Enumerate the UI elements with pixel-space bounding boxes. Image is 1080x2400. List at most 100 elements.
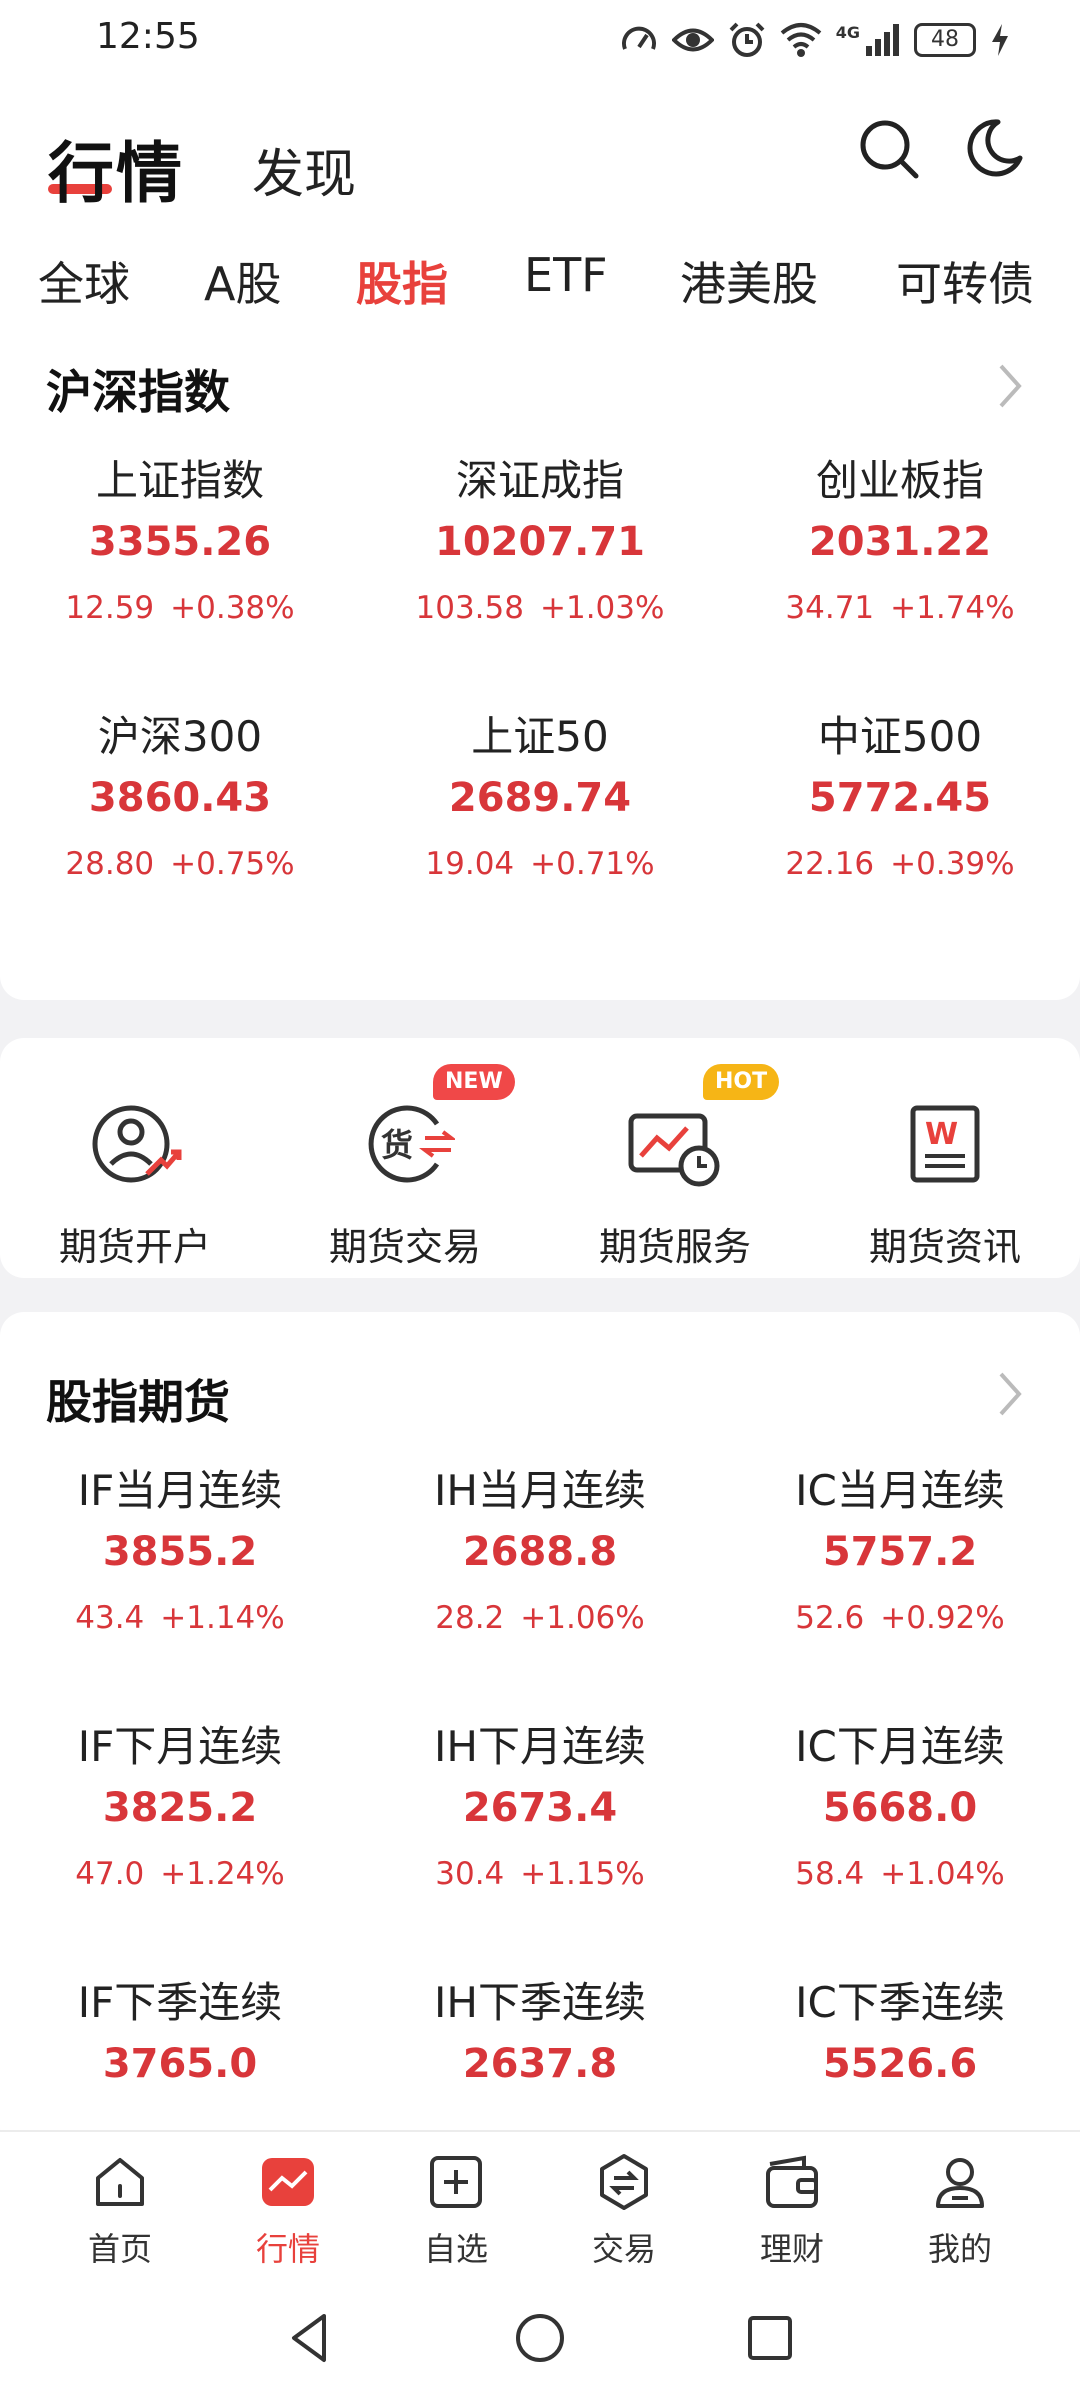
charging-icon: [992, 24, 1008, 56]
index-change: 103.58 +1.03%: [415, 590, 665, 626]
svg-text:W: W: [925, 1117, 958, 1152]
recent-apps-icon[interactable]: [740, 2308, 800, 2368]
futures-service-icon: [628, 1113, 720, 1187]
speedometer-icon: [621, 26, 656, 50]
hot-badge: HOT: [703, 1064, 780, 1100]
tab-convertible[interactable]: 可转债: [896, 248, 1034, 314]
moon-icon[interactable]: [958, 114, 1028, 184]
section-title: 股指期货: [46, 1375, 230, 1429]
futures-change: 58.4 +1.04%: [795, 1856, 1005, 1892]
futures-change: 43.4 +1.14%: [75, 1600, 285, 1636]
status-icons: 4G 48: [620, 18, 1010, 62]
futures-cell[interactable]: IH当月连续 2688.8 28.2 +1.06%: [360, 1464, 720, 1640]
futures-value: 3855.2: [102, 1529, 258, 1575]
tab-etf[interactable]: ETF: [524, 248, 608, 302]
futures-name: IF当月连续: [77, 1466, 283, 1515]
service-label: 期货开户: [58, 1225, 211, 1269]
index-value: 2689.74: [448, 775, 632, 821]
futures-cell[interactable]: IF下月连续 3825.2 47.0 +1.24%: [0, 1720, 360, 1896]
trade-icon: [600, 2154, 648, 2210]
futures-value: 2688.8: [462, 1529, 618, 1575]
futures-news-icon: W: [910, 1105, 980, 1183]
service-futures-service[interactable]: HOT 期货服务: [540, 1064, 810, 1271]
services-card: 期货开户 NEW 货 期货交易 HOT 期货服务 W 期货资讯: [0, 1038, 1080, 1278]
status-bar: 12:55 4G 48: [0, 0, 1080, 80]
nav-profile[interactable]: 我的: [880, 2150, 1040, 2270]
nav-market[interactable]: 行情: [208, 2150, 368, 2270]
service-label: 期货资讯: [868, 1225, 1021, 1269]
futures-name: IC下季连续: [795, 1978, 1005, 2027]
eye-icon: [671, 28, 714, 52]
futures-card: 股指期货 IF当月连续 3855.2 43.4 +1.14% IH当月连续 268…: [0, 1312, 1080, 2152]
home-button-icon[interactable]: [510, 2308, 570, 2368]
back-icon[interactable]: [280, 2308, 340, 2368]
nav-label: 交易: [591, 2230, 656, 2268]
service-futures-trade[interactable]: NEW 货 期货交易: [270, 1064, 540, 1271]
service-account-open[interactable]: 期货开户: [0, 1094, 270, 1271]
index-cell[interactable]: 上证50 2689.74 19.04 +0.71%: [360, 710, 720, 886]
futures-change: 52.6 +0.92%: [795, 1600, 1005, 1636]
index-cell[interactable]: 创业板指 2031.22 34.71 +1.74%: [720, 454, 1080, 630]
futures-value: 2673.4: [462, 1785, 618, 1831]
index-cell[interactable]: 上证指数 3355.26 12.59 +0.38%: [0, 454, 360, 630]
futures-value: 3765.0: [102, 2041, 258, 2087]
chevron-right-icon[interactable]: [996, 1370, 1024, 1418]
status-time: 12:55: [96, 16, 200, 57]
index-change: 22.16 +0.39%: [785, 846, 1015, 882]
index-value: 2031.22: [808, 519, 992, 565]
nav-trade[interactable]: 交易: [544, 2150, 704, 2270]
profile-icon: [936, 2158, 984, 2208]
watchlist-add-icon: [430, 2156, 482, 2208]
futures-value: 5757.2: [822, 1529, 978, 1575]
futures-value: 5526.6: [822, 2041, 978, 2087]
chevron-right-icon[interactable]: [996, 362, 1024, 410]
futures-name: IF下月连续: [77, 1722, 283, 1771]
search-icon[interactable]: [854, 114, 924, 184]
futures-cell[interactable]: IC下月连续 5668.0 58.4 +1.04%: [720, 1720, 1080, 1896]
wallet-icon: [766, 2155, 818, 2208]
signal-icon: [866, 24, 899, 56]
index-value: 10207.71: [434, 519, 646, 565]
nav-label: 首页: [87, 2230, 152, 2268]
section-title: 沪深指数: [46, 365, 230, 419]
tab-a-shares[interactable]: A股: [204, 248, 281, 314]
index-cell[interactable]: 深证成指 10207.71 103.58 +1.03%: [360, 454, 720, 630]
futures-name: IH下月连续: [434, 1722, 646, 1771]
nav-label: 理财: [759, 2230, 824, 2268]
battery-icon: 48: [914, 23, 976, 57]
index-name: 创业板指: [815, 456, 984, 505]
nav-label: 我的: [927, 2230, 992, 2268]
nav-wealth[interactable]: 理财: [712, 2150, 872, 2270]
futures-cell[interactable]: IC下季连续 5526.6: [720, 1976, 1080, 2092]
index-name: 沪深300: [97, 712, 263, 761]
index-name: 上证50: [471, 712, 609, 761]
tab-hk-us[interactable]: 港美股: [680, 248, 818, 314]
tab-global[interactable]: 全球: [38, 248, 130, 314]
home-icon: [96, 2158, 144, 2206]
futures-cell[interactable]: IC当月连续 5757.2 52.6 +0.92%: [720, 1464, 1080, 1640]
futures-change: 47.0 +1.24%: [75, 1856, 285, 1892]
nav-home[interactable]: 首页: [40, 2150, 200, 2270]
futures-change: 30.4 +1.15%: [435, 1856, 645, 1892]
index-change: 28.80 +0.75%: [65, 846, 295, 882]
futures-value: 2637.8: [462, 2041, 618, 2087]
futures-cell[interactable]: IF下季连续 3765.0: [0, 1976, 360, 2092]
account-open-icon: [92, 1105, 182, 1183]
futures-name: IH下季连续: [434, 1978, 646, 2027]
futures-cell[interactable]: IH下月连续 2673.4 30.4 +1.15%: [360, 1720, 720, 1896]
index-value: 5772.45: [808, 775, 992, 821]
service-futures-news[interactable]: W 期货资讯: [810, 1094, 1080, 1271]
indices-card: 沪深指数 上证指数 3355.26 12.59 +0.38% 深证成指 10207…: [0, 330, 1080, 1000]
futures-cell[interactable]: IH下季连续 2637.8: [360, 1976, 720, 2092]
index-value: 3860.43: [88, 775, 272, 821]
bottom-nav: 首页 行情 自选 交易 理财 我的: [0, 2130, 1080, 2280]
index-cell[interactable]: 中证500 5772.45 22.16 +0.39%: [720, 710, 1080, 886]
futures-cell[interactable]: IF当月连续 3855.2 43.4 +1.14%: [0, 1464, 360, 1640]
page-title[interactable]: 行情: [48, 120, 184, 216]
new-badge: NEW: [433, 1064, 515, 1100]
discover-tab[interactable]: 发现: [252, 132, 356, 207]
nav-watchlist[interactable]: 自选: [376, 2150, 536, 2270]
tab-stock-index[interactable]: 股指: [356, 248, 448, 314]
index-cell[interactable]: 沪深300 3860.43 28.80 +0.75%: [0, 710, 360, 886]
system-nav-bar: [0, 2280, 1080, 2400]
